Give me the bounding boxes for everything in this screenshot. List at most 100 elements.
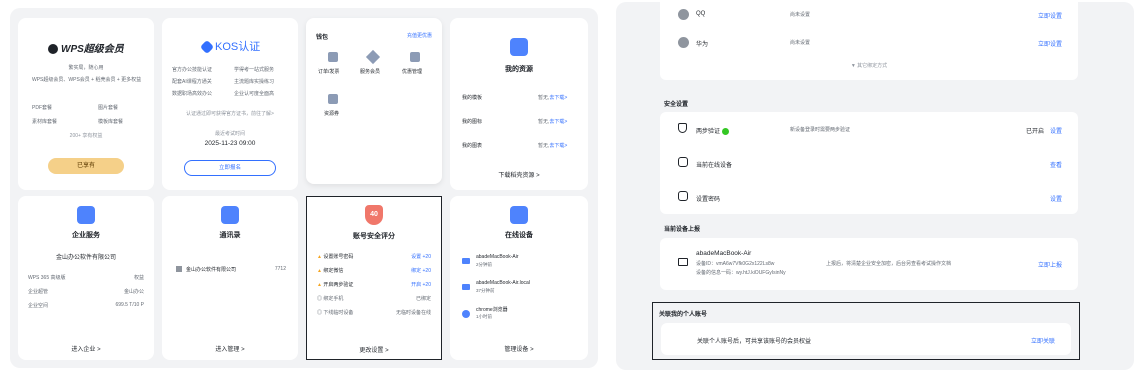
devices-icon [510, 206, 528, 224]
security-item-status: 无临时设备在线 [395, 310, 431, 316]
kos-note[interactable]: 认证通过即可获得官方证书，前往了解> [162, 110, 298, 117]
enterprise-service-card[interactable]: 企业服务 金山办公软件有限公司 WPS 365 高级版 权益 企业超管 金山办公… [18, 196, 154, 360]
wallet-item-vouchers[interactable]: 资源券 [324, 110, 339, 117]
wps-owned-button[interactable]: 已享有 [48, 158, 124, 174]
set-password-row: 设置密码 设置 [660, 180, 1078, 214]
kos-item: 配套AI课程方通关 [172, 79, 212, 85]
two-step-row: 两步验证 新设备登录时需要两步验证 已开启 设置 [660, 112, 1078, 146]
contacts-company: 金山办公软件有限公司 [186, 267, 237, 273]
device-time: 1小时前 [476, 314, 493, 319]
laptop-icon [462, 284, 470, 290]
report-now-button[interactable]: 立即上报 [1038, 260, 1062, 269]
two-step-desc: 新设备登录时需要两步验证 [790, 127, 851, 133]
kos-item: 官方办公技能认证 [172, 67, 213, 73]
enabled-check-icon [721, 127, 729, 135]
wps-feature: 图片套餐 [98, 105, 119, 111]
resource-value: 暂无, [538, 143, 550, 149]
kos-exam-date: 2025-11-23 09:00 [204, 140, 256, 147]
shield-check-icon [678, 123, 687, 133]
change-settings-link[interactable]: 更改设置 > [307, 345, 441, 354]
binding-action[interactable]: 立即设置 [1038, 39, 1062, 48]
resources-title: 我的资源 [505, 66, 533, 73]
wallet-item-member[interactable]: 服务会员 [360, 68, 380, 75]
enterprise-row-value: 权益 [133, 275, 144, 281]
security-item-label: 绑定微信 [323, 268, 344, 274]
wps-feature: 模板库套餐 [98, 119, 124, 125]
account-settings-panel: QQ 尚未设置 立即设置 华为 尚未设置 立即设置 ▼ 其它绑定方式 安全设置 … [616, 2, 1134, 370]
link-now-button[interactable]: 立即关联 [1031, 336, 1055, 345]
personal-account-section: 关联我的个人账号 关联个人账号后，可共享该账号的会员权益 立即关联 [652, 302, 1080, 360]
other-bindings-toggle[interactable]: ▼ 其它绑定方式 [660, 62, 1078, 69]
kos-item: 企业认可度全面高 [234, 91, 275, 97]
kos-item: 数据职场高效办公 [172, 91, 213, 97]
wallet-item-coupons[interactable]: 优惠管理 [402, 68, 422, 75]
huawei-icon [678, 37, 689, 48]
resource-download-link[interactable]: 去下载> [549, 119, 567, 125]
resource-value: 暂无, [538, 95, 550, 101]
enter-management-link[interactable]: 进入管理 > [162, 344, 298, 353]
security-item-label: 开启两步验证 [323, 282, 354, 288]
kos-certification-card[interactable]: KOS认证 官方办公技能认证 学得考一站式服务 配套AI课程方通关 主流题库实操… [162, 18, 298, 190]
kos-exam-label: 最近考试时间 [214, 131, 245, 137]
enterprise-icon [77, 206, 95, 224]
contacts-card[interactable]: 通讯录 金山办公软件有限公司 7712 进入管理 > [162, 196, 298, 360]
binding-action[interactable]: 立即设置 [1038, 11, 1062, 20]
contacts-count: 7712 [274, 266, 286, 272]
device-time: 37分钟前 [476, 288, 495, 293]
security-item-action[interactable]: 绑定 +20 [411, 267, 431, 274]
wps-logo-icon [48, 44, 58, 55]
security-settings-title: 安全设置 [664, 102, 689, 108]
online-devices-row: 当前在线设备 查看 [660, 146, 1078, 180]
security-item-status: 已绑定 [415, 296, 431, 302]
kos-brand: KOS认证 [215, 41, 261, 53]
binding-desc: 尚未设置 [790, 40, 811, 46]
account-overview-panel: WPS超级会员 繁实局，随心用 WPS超级会员、WPS会员 + 稻壳会员 + 更… [10, 8, 598, 368]
resource-download-link[interactable]: 去下载> [549, 95, 567, 101]
orders-icon [328, 52, 338, 62]
set-password-link[interactable]: 设置 [1050, 194, 1062, 203]
wallet-topup-link[interactable]: 充值更优惠 [407, 32, 432, 39]
lock-icon [678, 191, 688, 201]
binding-desc: 尚未设置 [790, 12, 811, 18]
resource-label: 我的图表 [462, 143, 483, 149]
device-name: chrome浏览器 [476, 307, 508, 313]
security-item-action[interactable]: 开启 +20 [411, 281, 431, 288]
wallet-title: 钱包 [316, 35, 329, 41]
member-service-icon [365, 49, 381, 65]
view-devices-link[interactable]: 查看 [1050, 160, 1062, 169]
devices-title: 在线设备 [505, 232, 533, 239]
resource-download-link[interactable]: 去下载> [549, 143, 567, 149]
security-item-action[interactable]: 设置 +20 [411, 253, 431, 260]
online-devices-card[interactable]: 在线设备 abadeMacBook-Air 2分钟前 abadeMacBook-… [450, 196, 588, 360]
binding-row-huawei: 华为 尚未设置 立即设置 [660, 28, 1078, 62]
security-score-card[interactable]: 40 账号安全评分 ▲ 设置账号密码 设置 +20 ▲ 绑定微信 绑定 +20 … [306, 196, 442, 360]
wps-membership-card[interactable]: WPS超级会员 繁实局，随心用 WPS超级会员、WPS会员 + 稻壳会员 + 更… [18, 18, 154, 190]
kos-register-button[interactable]: 立即报名 [184, 160, 276, 176]
device-name: abadeMacBook-Air.local [476, 280, 530, 286]
wps-brand: WPS超级会员 [61, 44, 124, 55]
browser-icon [462, 310, 470, 318]
wps-feature: 素材库套餐 [32, 119, 58, 125]
manage-devices-link[interactable]: 管理设备 > [450, 344, 588, 353]
binding-label: QQ [696, 11, 706, 17]
enterprise-row-label: 企业空间 [28, 303, 49, 309]
my-resources-card[interactable]: 我的资源 我的模板 暂无,去下载> 我的图标 暂无,去下载> 我的图表 暂无,去… [450, 18, 588, 190]
wallet-card[interactable]: 钱包 充值更优惠 订单/发票 服务会员 优惠管理 资源券 [306, 18, 442, 184]
download-resources-link[interactable]: 下载稻壳资源 > [450, 170, 588, 179]
binding-label: 华为 [696, 42, 709, 48]
device-report-id: 设备ID：vmA6w7Vfk0G2x122Ls8w [696, 261, 775, 267]
wps-feature: PDF套餐 [32, 105, 53, 111]
enterprise-row-value: 金山办公 [123, 289, 144, 295]
devices-icon [678, 157, 688, 167]
resource-value: 暂无, [538, 119, 550, 125]
device-report-fingerprint: 设备的信息一码：wy.htJ.kiOUFGyIsinNy [696, 270, 786, 276]
two-step-settings-link[interactable]: 设置 [1050, 126, 1062, 135]
wallet-item-orders[interactable]: 订单/发票 [318, 68, 339, 75]
voucher-icon [328, 94, 338, 104]
enterprise-title: 企业服务 [72, 232, 100, 239]
enterprise-company: 金山办公软件有限公司 [55, 255, 116, 261]
enterprise-row-label: WPS 365 高级版 [28, 275, 66, 281]
enter-enterprise-link[interactable]: 进入企业 > [18, 344, 154, 353]
contacts-icon [221, 206, 239, 224]
two-step-label: 两步验证 [696, 129, 721, 135]
